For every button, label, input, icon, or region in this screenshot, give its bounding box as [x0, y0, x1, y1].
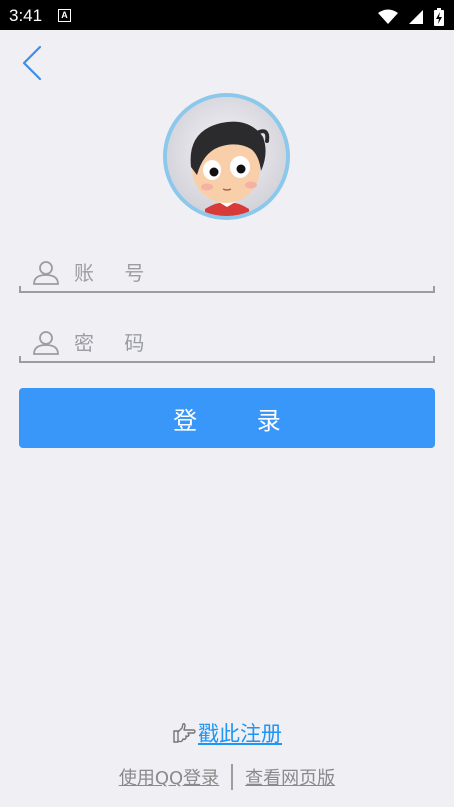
chevron-left-icon: [22, 45, 42, 81]
user-icon: [33, 331, 59, 355]
password-field[interactable]: [19, 327, 435, 363]
qq-login-link[interactable]: 使用QQ登录: [119, 768, 219, 789]
signal-icon: [408, 9, 423, 24]
status-time: 3:41: [9, 6, 43, 25]
battery-charging-icon: [434, 7, 444, 26]
bottom-links: 使用QQ登录 查看网页版: [0, 764, 454, 794]
user-icon: [33, 261, 59, 285]
account-input[interactable]: [74, 257, 424, 289]
cartoon-boy-avatar: [167, 97, 286, 216]
back-button[interactable]: [18, 44, 46, 82]
notification-icon: A: [58, 9, 71, 22]
status-bar: 3:41 A: [0, 0, 454, 30]
register-link[interactable]: 戳此注册: [198, 722, 282, 746]
link-divider: [231, 764, 234, 790]
wifi-icon: [377, 9, 398, 24]
status-icons: [377, 6, 444, 26]
login-button[interactable]: 登 录: [19, 388, 435, 448]
password-input[interactable]: [74, 327, 424, 359]
pointing-hand-icon: [173, 723, 196, 743]
register-row: 戳此注册: [0, 718, 454, 752]
avatar[interactable]: [163, 93, 290, 220]
web-version-link[interactable]: 查看网页版: [245, 768, 335, 789]
account-field[interactable]: [19, 257, 435, 293]
